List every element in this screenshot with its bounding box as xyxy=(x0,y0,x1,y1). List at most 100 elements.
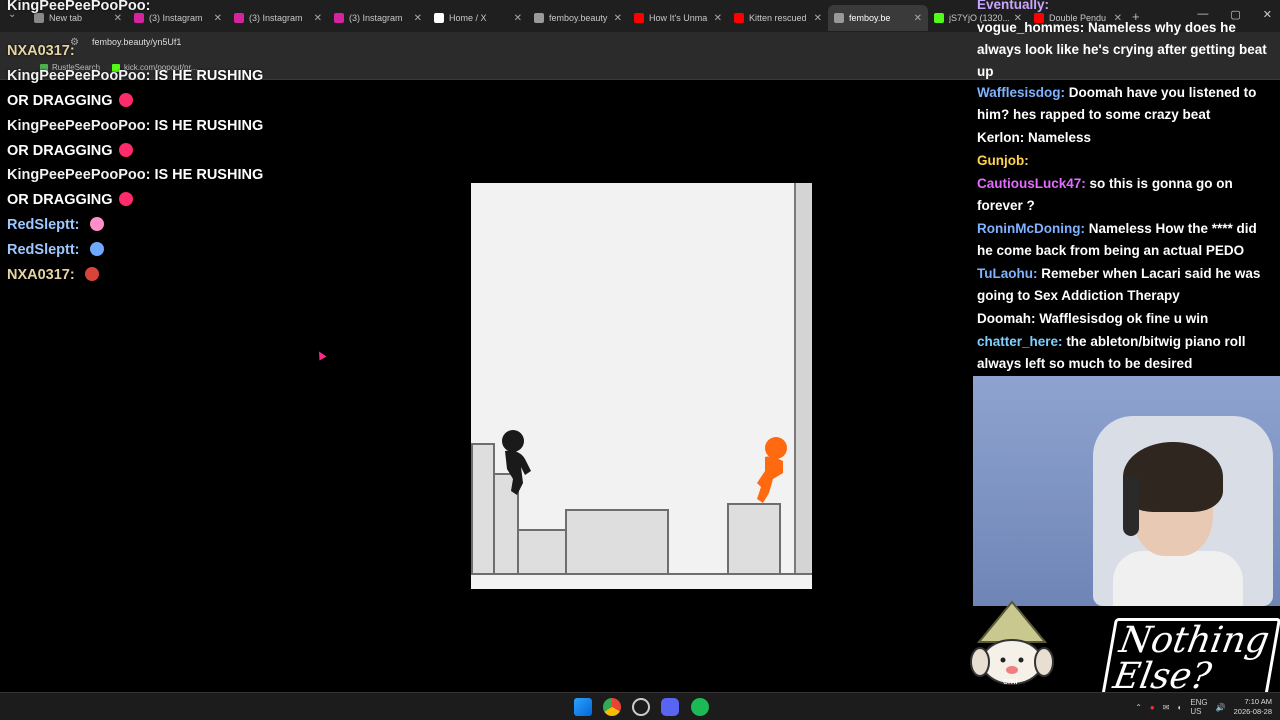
black-stick-figure xyxy=(502,430,531,495)
tab-close-icon[interactable]: ✕ xyxy=(814,13,822,24)
chat-text: OR DRAGGING xyxy=(7,143,113,159)
chat-text: IS HE RUSHING xyxy=(154,68,264,84)
chat-message: Gunjob: xyxy=(977,150,1267,172)
chat-username[interactable]: Doomah: xyxy=(977,311,1036,326)
tab-favicon-icon xyxy=(934,13,944,23)
tab-close-icon[interactable]: ✕ xyxy=(314,13,322,24)
chat-username[interactable]: RoninMcDoning: xyxy=(977,221,1085,236)
browser-tab[interactable]: femboy.be ✕ xyxy=(828,5,928,31)
chat-message: KingPeePeePooPoo: IS HE RUSHING xyxy=(7,68,263,84)
right-chat-panel: Eventually: vogue_hommes: Nameless why do… xyxy=(973,0,1280,376)
chat-username[interactable]: Wafflesisdog: xyxy=(977,85,1065,100)
chat-username[interactable]: RedSleptt: xyxy=(7,242,80,258)
tab-strip: New tab ✕ (3) Instagram ✕ (3) Instagram ✕ (3) … xyxy=(28,1,1128,31)
chat-message: TuLaohu: Remeber when Lacari said he was… xyxy=(977,263,1267,307)
tab-favicon-icon xyxy=(134,13,144,23)
chat-username[interactable]: NXA0317: xyxy=(7,267,75,283)
tab-label: (3) Instagram xyxy=(349,13,403,23)
tab-label: (3) Instagram xyxy=(149,13,203,23)
tab-label: Home / X xyxy=(449,13,487,23)
chat-username[interactable]: CautiousLuck47: xyxy=(977,176,1086,191)
tab-favicon-icon xyxy=(734,13,744,23)
chat-emote-icon xyxy=(118,93,133,107)
headphones-icon xyxy=(1123,476,1139,536)
chat-message: OR DRAGGING xyxy=(7,93,133,109)
lang-label: ENG xyxy=(1190,698,1208,707)
chat-emote-icon xyxy=(89,242,104,256)
url-field[interactable]: femboy.beauty/yn5Uf1 xyxy=(92,37,181,47)
tab-favicon-icon xyxy=(834,13,844,23)
tab-label: femboy.beauty xyxy=(549,13,608,23)
chat-username[interactable]: KingPeePeePooPoo: xyxy=(7,68,150,84)
tab-close-icon[interactable]: ✕ xyxy=(514,13,522,24)
tab-label: (3) Instagram xyxy=(249,13,303,23)
chat-username[interactable]: Kerlon: xyxy=(977,130,1024,145)
windows-taskbar: ⌃ ● ✉ ◐ ENG US 🔊 7:10 AM 2026-08-28 xyxy=(0,692,1280,720)
chevron-up-icon[interactable]: ⌃ xyxy=(1135,703,1142,712)
chat-text: IS HE RUSHING xyxy=(154,118,264,134)
language-indicator[interactable]: ENG US xyxy=(1190,698,1207,716)
discord-icon[interactable] xyxy=(661,698,679,716)
chat-username[interactable]: Eventually: xyxy=(977,0,1049,12)
mail-icon[interactable]: ✉ xyxy=(1163,703,1170,712)
tab-favicon-icon xyxy=(634,13,644,23)
clock-date: 2026-08-28 xyxy=(1233,707,1272,716)
tab-favicon-icon xyxy=(34,13,44,23)
clock[interactable]: 7:10 AM 2026-08-28 xyxy=(1234,697,1272,717)
chat-message: Wafflesisdog: Doomah have you listened t… xyxy=(977,82,1267,126)
spotify-icon[interactable] xyxy=(691,698,709,716)
windows-start-icon[interactable] xyxy=(574,698,592,716)
chat-message: Kerlon: Nameless xyxy=(977,127,1267,149)
browser-tab[interactable]: femboy.beauty ✕ xyxy=(528,5,628,31)
chat-username[interactable]: KingPeePeePooPoo: xyxy=(7,167,150,183)
chat-text: OR DRAGGING xyxy=(7,192,113,208)
chat-username[interactable]: vogue_hommes: xyxy=(977,20,1084,35)
game-characters xyxy=(502,430,787,503)
tab-close-icon[interactable]: ✕ xyxy=(714,13,722,24)
tab-close-icon[interactable]: ✕ xyxy=(114,13,122,24)
chat-message: KingPeePeePooPoo: xyxy=(7,0,150,14)
webcam-person-body xyxy=(1113,551,1243,606)
webcam-feed xyxy=(973,376,1280,606)
tab-favicon-icon xyxy=(334,13,344,23)
chat-message: Eventually: xyxy=(977,0,1267,16)
clock-time: 7:10 AM xyxy=(1244,697,1272,706)
chat-message: RoninMcDoning: Nameless How the **** did… xyxy=(977,218,1267,262)
chat-username[interactable]: KingPeePeePooPoo: xyxy=(7,118,150,134)
chat-message: NXA0317: xyxy=(7,43,75,59)
chat-text: IS HE RUSHING xyxy=(154,167,264,183)
browser-tab[interactable]: (3) Instagram ✕ xyxy=(328,5,428,31)
browser-tab[interactable]: Home / X ✕ xyxy=(428,5,528,31)
chat-username[interactable]: RedSleptt: xyxy=(7,217,80,233)
chat-username[interactable]: Gunjob: xyxy=(977,153,1029,168)
mascot-name: emi xyxy=(1003,676,1018,686)
shield-icon[interactable]: ● xyxy=(1150,703,1155,712)
chat-username[interactable]: TuLaohu: xyxy=(977,266,1037,281)
tab-label: femboy.be xyxy=(849,13,891,23)
speaker-icon[interactable]: 🔊 xyxy=(1216,703,1226,712)
chat-emote-icon xyxy=(84,267,99,281)
orange-stick-figure xyxy=(757,437,787,503)
tab-close-icon[interactable]: ✕ xyxy=(914,13,922,24)
game-canvas[interactable] xyxy=(471,183,812,589)
chat-message: chatter_here: the ableton/bitwig piano r… xyxy=(977,331,1267,375)
chat-username[interactable]: chatter_here: xyxy=(977,334,1063,349)
tab-close-icon[interactable]: ✕ xyxy=(214,13,222,24)
chat-message: OR DRAGGING xyxy=(7,143,133,159)
chat-username[interactable]: NXA0317: xyxy=(7,43,75,59)
chat-message: Doomah: Wafflesisdog ok fine u win xyxy=(977,308,1267,330)
obs-icon[interactable] xyxy=(632,698,650,716)
mascot-overlay: emi xyxy=(965,600,1060,690)
tab-close-icon[interactable]: ✕ xyxy=(414,13,422,24)
chrome-icon[interactable] xyxy=(603,698,621,716)
system-tray: ⌃ ● ✉ ◐ ENG US 🔊 7:10 AM 2026-08-28 xyxy=(1135,697,1272,717)
browser-tab[interactable]: (3) Instagram ✕ xyxy=(228,5,328,31)
browser-tab[interactable]: How It's Unma ✕ xyxy=(628,5,728,31)
tab-close-icon[interactable]: ✕ xyxy=(614,13,622,24)
browser-tab[interactable]: Kitten rescued ✕ xyxy=(728,5,828,31)
chat-username[interactable]: KingPeePeePooPoo: xyxy=(7,0,150,14)
chat-message: OR DRAGGING xyxy=(7,192,133,208)
tab-favicon-icon xyxy=(534,13,544,23)
network-icon[interactable]: ◐ xyxy=(1177,703,1182,712)
chat-message: KingPeePeePooPoo: IS HE RUSHING xyxy=(7,118,263,134)
